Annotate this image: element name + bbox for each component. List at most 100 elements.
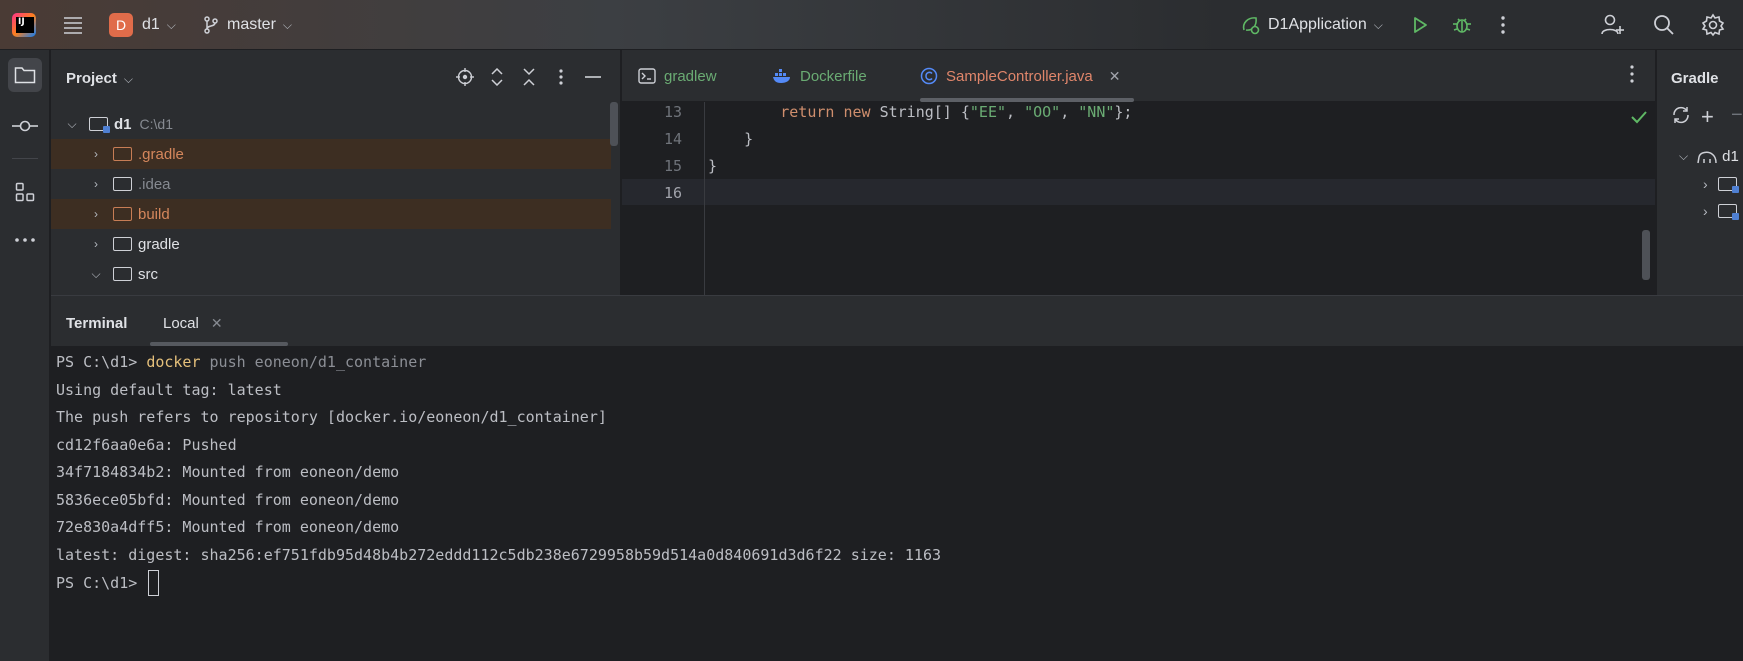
tree-item-path: C:\d1 [139, 116, 173, 132]
tree-item-label: .gradle [138, 145, 184, 163]
options-icon[interactable] [548, 64, 574, 90]
code-line[interactable]: } [708, 130, 753, 148]
terminal-file-icon [638, 68, 656, 84]
intellij-logo-icon[interactable] [12, 13, 36, 37]
terminal-output-line: 5836ece05bfd: Mounted from eoneon/demo [56, 491, 400, 509]
main-menu-icon[interactable] [60, 12, 86, 38]
tree-item-gradle[interactable]: › gradle [51, 229, 611, 259]
docker-icon [773, 69, 790, 83]
project-badge: D [109, 13, 133, 37]
code-text: }; [1114, 103, 1133, 121]
gradle-tree-item[interactable]: › [1703, 203, 1743, 220]
gradle-root-label: d1 [1722, 148, 1739, 165]
more-tool-windows-icon[interactable] [8, 223, 42, 257]
branch-icon [204, 16, 218, 34]
terminal-title: Terminal [66, 315, 128, 332]
current-line-highlight [622, 179, 1655, 205]
more-actions-icon[interactable] [1490, 12, 1516, 38]
tab-gradlew[interactable]: gradlew [638, 50, 717, 102]
terminal-prompt: PS C:\d1> [56, 574, 147, 592]
tabs-more-icon[interactable] [1629, 64, 1635, 88]
code-string: "EE" [969, 103, 1007, 121]
terminal-command-line: PS C:\d1> docker push eoneon/d1_containe… [56, 353, 426, 371]
chevron-down-icon: ⌵ [282, 17, 293, 32]
tree-item-src[interactable]: ⌵ src [51, 259, 611, 289]
debug-icon[interactable] [1449, 12, 1475, 38]
tree-item-d1[interactable]: ⌵ d1 C:\d1 [51, 109, 611, 139]
code-keyword: return new [780, 103, 880, 121]
hide-panel-icon[interactable] [580, 64, 606, 90]
chevron-right-icon: › [94, 147, 98, 161]
tasks-folder-icon [1717, 177, 1739, 193]
gradle-panel: Gradle + − ⌵ d1 › › [1656, 50, 1743, 295]
project-name: d1 [142, 16, 160, 33]
tree-item-label: src [138, 265, 158, 283]
terminal-input-line[interactable]: PS C:\d1> [56, 570, 160, 596]
left-tool-strip [0, 50, 50, 661]
collapse-all-icon[interactable] [516, 64, 542, 90]
chevron-down-icon: ⌵ [67, 116, 77, 131]
terminal-tab-label: Local [163, 315, 199, 332]
gradle-tree-item[interactable]: › [1703, 176, 1743, 193]
settings-gear-icon[interactable] [1700, 12, 1726, 38]
add-user-icon[interactable] [1600, 12, 1626, 38]
run-icon[interactable] [1407, 12, 1433, 38]
editor-tabs: gradlew Dockerfile SampleController.java… [622, 50, 1655, 102]
chevron-right-icon: › [94, 237, 98, 251]
code-text: } [708, 157, 718, 175]
reload-gradle-icon[interactable] [1671, 106, 1691, 128]
branch-name: master [227, 16, 276, 33]
code-text: String[] { [879, 103, 970, 121]
tree-item-label: d1 [114, 115, 132, 133]
dependencies-folder-icon [1717, 204, 1739, 220]
terminal-tab-local[interactable]: Local ✕ [163, 315, 223, 332]
project-scrollbar[interactable] [610, 102, 618, 146]
terminal-command-args: push eoneon/d1_container [200, 353, 427, 371]
branch-selector[interactable]: master ⌵ [203, 0, 292, 50]
tree-item-build[interactable]: › build [51, 199, 611, 229]
close-tab-icon[interactable]: ✕ [1109, 68, 1121, 85]
close-tab-icon[interactable]: ✕ [211, 315, 223, 332]
search-icon[interactable] [1651, 12, 1677, 38]
tab-samplecontroller-java[interactable]: SampleController.java ✕ [920, 50, 1120, 102]
terminal-output-line: 34f7184834b2: Mounted from eoneon/demo [56, 463, 400, 481]
no-problems-check-icon[interactable] [1631, 110, 1647, 129]
project-selector[interactable]: D d1 ⌵ [109, 0, 176, 50]
line-number: 16 [663, 184, 682, 202]
chevron-right-icon: › [94, 177, 98, 191]
run-configuration-selector[interactable]: D1Application ⌵ [1240, 0, 1383, 50]
terminal-prompt: PS C:\d1> [56, 353, 147, 371]
code-text: , [1060, 103, 1079, 121]
code-line[interactable]: } [708, 157, 717, 175]
editor-scrollbar[interactable] [1642, 230, 1650, 280]
line-number: 14 [663, 130, 682, 148]
expand-all-icon[interactable] [484, 64, 510, 90]
project-panel-title[interactable]: Project ⌵ [66, 70, 133, 87]
code-text: , [1006, 103, 1025, 121]
chevron-right-icon: › [1703, 203, 1708, 219]
add-icon[interactable]: + [1701, 104, 1714, 130]
chevron-right-icon: › [1703, 176, 1708, 192]
code-line[interactable]: return new String[] {"EE", "OO", "NN"}; [708, 103, 1132, 121]
gradle-elephant-icon [1697, 151, 1717, 163]
terminal-cursor [148, 570, 160, 596]
locate-file-icon[interactable] [452, 64, 478, 90]
commit-icon[interactable] [8, 109, 42, 143]
active-tab-indicator [920, 98, 1134, 102]
minus-icon[interactable]: − [1731, 104, 1743, 127]
chevron-down-icon: ⌵ [166, 17, 176, 32]
chevron-down-icon: ⌵ [1373, 17, 1383, 32]
project-folder-icon[interactable] [8, 58, 42, 92]
project-panel-toolbar [452, 64, 606, 90]
tree-item-gradle-cache[interactable]: › .gradle [51, 139, 611, 169]
run-config-name: D1Application [1268, 16, 1367, 33]
gradle-tree-root[interactable]: ⌵ d1 [1679, 148, 1739, 165]
chevron-right-icon: › [94, 207, 98, 221]
tree-item-label: gradle [138, 235, 180, 253]
structure-icon[interactable] [8, 175, 42, 209]
folder-icon [113, 237, 132, 251]
tree-item-idea[interactable]: › .idea [51, 169, 611, 199]
terminal-command: docker [146, 353, 201, 371]
tab-dockerfile[interactable]: Dockerfile [772, 50, 867, 102]
